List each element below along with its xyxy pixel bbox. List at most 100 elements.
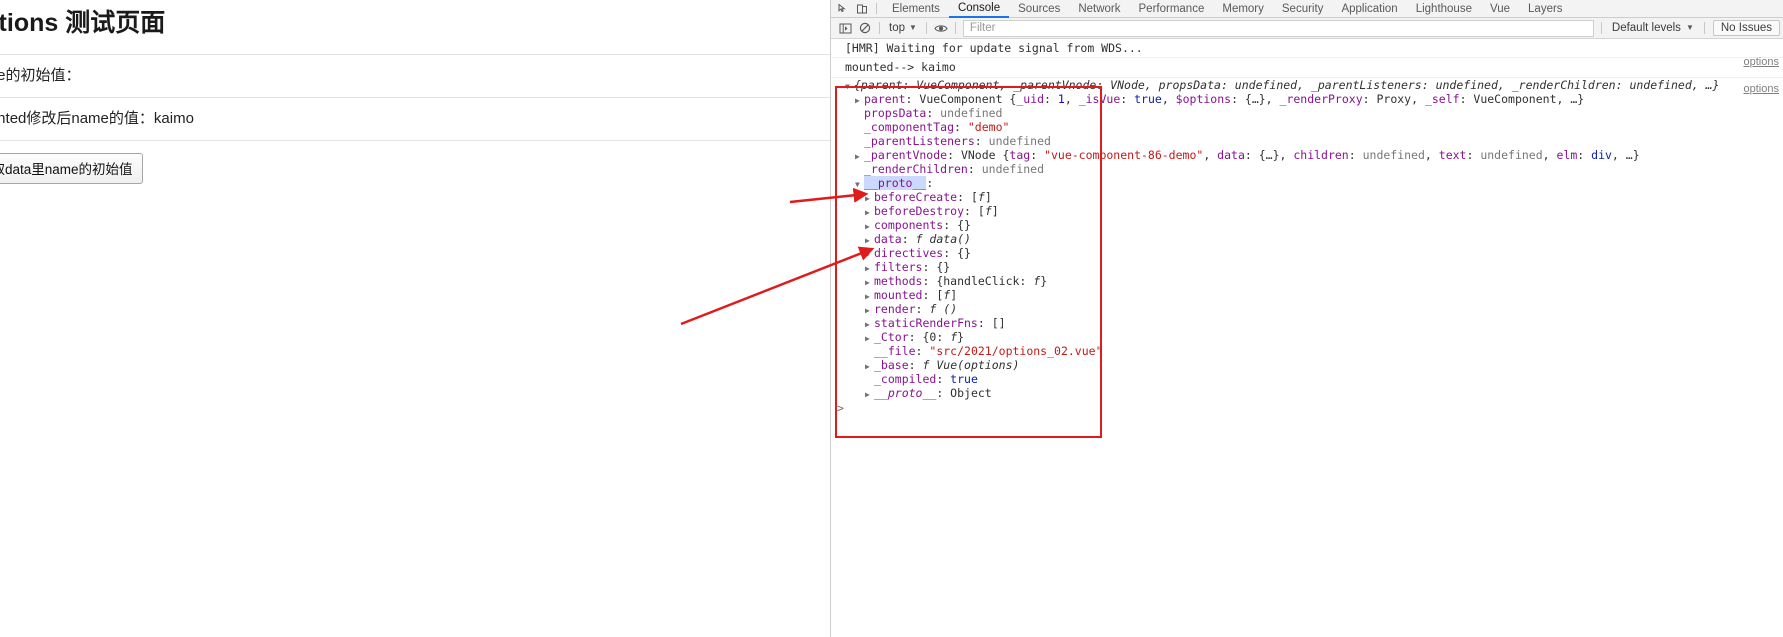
object-property-row[interactable]: data: f data() <box>831 232 1783 246</box>
tab-lighthouse[interactable]: Lighthouse <box>1407 1 1481 17</box>
tab-security[interactable]: Security <box>1273 1 1333 17</box>
console-sidebar-icon[interactable] <box>835 20 855 36</box>
property-key: components <box>874 217 944 232</box>
property-value: [] <box>991 315 1006 330</box>
property-value: ] <box>991 203 999 218</box>
tab-network[interactable]: Network <box>1069 1 1129 17</box>
object-property-row[interactable]: filters: {} <box>831 260 1783 274</box>
object-header[interactable]: {parent: VueComponent, _parentVnode: VNo… <box>831 78 1783 92</box>
property-value: , <box>1542 147 1557 162</box>
expand-arrow-closed-icon[interactable] <box>865 388 874 402</box>
property-key: methods <box>874 273 923 288</box>
execution-context-selector[interactable]: top ▼ <box>884 22 922 34</box>
property-colon: : <box>957 189 971 204</box>
object-property-row[interactable]: _compiled: true <box>831 372 1783 386</box>
live-expression-icon[interactable] <box>931 20 951 36</box>
object-property-row[interactable]: beforeCreate: [f] <box>831 190 1783 204</box>
property-colon: : <box>977 315 992 330</box>
tab-sources[interactable]: Sources <box>1009 1 1069 17</box>
object-property-row[interactable]: propsData: undefined <box>831 106 1783 120</box>
tab-performance[interactable]: Performance <box>1130 1 1214 17</box>
devtools-tab-bar: Elements Console Sources Network Perform… <box>831 0 1783 18</box>
property-colon: : <box>964 203 978 218</box>
property-colon: : <box>915 301 930 316</box>
tab-application[interactable]: Application <box>1332 1 1406 17</box>
object-property-row[interactable]: _base: f Vue(options) <box>831 358 1783 372</box>
object-property-row[interactable]: __proto__: Object <box>831 386 1783 400</box>
object-property-row[interactable]: directives: {} <box>831 246 1783 260</box>
property-value: _isVue <box>1078 91 1121 106</box>
toolbar-divider <box>876 3 877 14</box>
log-levels-label: Default levels <box>1611 22 1681 34</box>
inspect-element-icon[interactable] <box>833 1 852 16</box>
tab-elements[interactable]: Elements <box>883 1 949 17</box>
console-prompt[interactable]: > <box>831 400 1783 416</box>
issues-button[interactable]: No Issues <box>1712 20 1780 36</box>
property-value: () <box>936 301 958 316</box>
property-value: div <box>1591 147 1612 162</box>
property-value: undefined <box>981 161 1045 176</box>
property-value: : VueComponent, …} <box>1459 91 1585 106</box>
property-key: _Ctor <box>874 329 909 344</box>
object-property-row[interactable]: _Ctor: {0: f} <box>831 330 1783 344</box>
property-value: , <box>1064 91 1079 106</box>
property-colon: : <box>922 287 937 302</box>
info-list: name的初始值： mounted修改后name的值：kaimo <box>0 54 830 141</box>
clear-console-icon[interactable] <box>855 20 875 36</box>
property-value: , <box>1203 147 1218 162</box>
property-value: : <box>1348 147 1363 162</box>
object-property-row[interactable]: beforeDestroy: [f] <box>831 204 1783 218</box>
property-key: render <box>874 301 916 316</box>
property-colon: : <box>943 217 958 232</box>
property-key: _componentTag <box>864 119 955 134</box>
object-property-row[interactable]: _renderChildren: undefined <box>831 162 1783 176</box>
property-value: VueComponent { <box>919 91 1017 106</box>
object-property-row[interactable]: methods: {handleClick: f} <box>831 274 1783 288</box>
console-source-link[interactable]: options <box>1744 83 1779 95</box>
object-property-row[interactable]: mounted: [f] <box>831 288 1783 302</box>
property-colon: : <box>936 371 951 386</box>
property-value: : Proxy, <box>1362 91 1425 106</box>
object-property-row[interactable]: render: f () <box>831 302 1783 316</box>
property-value: ] <box>984 189 992 204</box>
property-colon: : <box>974 133 989 148</box>
property-value: true <box>950 371 978 386</box>
property-value: } <box>1040 273 1048 288</box>
object-property-row[interactable]: _componentTag: "demo" <box>831 120 1783 134</box>
property-colon: : <box>943 245 958 260</box>
property-key: __proto__ <box>874 385 937 400</box>
object-preview: {parent: VueComponent, _parentVnode: VNo… <box>854 77 1720 92</box>
property-colon: : <box>908 329 923 344</box>
execution-context-label: top <box>889 22 905 34</box>
property-value: true <box>1134 91 1162 106</box>
toolbar-divider <box>1600 22 1602 34</box>
object-property-row[interactable]: _parentListeners: undefined <box>831 134 1783 148</box>
get-initial-name-button[interactable]: 获取data里name的初始值 <box>0 153 143 184</box>
property-value: [ <box>970 189 978 204</box>
property-value: : <box>1120 91 1135 106</box>
property-key: _parentListeners <box>864 133 975 148</box>
property-value: "demo" <box>967 119 1010 134</box>
chevron-down-icon: ▼ <box>909 23 917 32</box>
object-property-row[interactable]: __file: "src/2021/options_02.vue" <box>831 344 1783 358</box>
tab-vue[interactable]: Vue <box>1481 1 1519 17</box>
tab-console[interactable]: Console <box>948 0 1010 18</box>
device-toolbar-icon[interactable] <box>852 1 871 16</box>
property-colon: : <box>967 161 982 176</box>
console-source-link[interactable]: options <box>1744 56 1779 68</box>
tab-memory[interactable]: Memory <box>1213 1 1273 17</box>
object-property-row[interactable]: __proto__: <box>831 175 1783 190</box>
property-value: _renderProxy <box>1279 91 1363 106</box>
list-item: name的初始值： <box>0 55 830 98</box>
property-key: _base <box>874 357 909 372</box>
object-property-row[interactable]: components: {} <box>831 218 1783 232</box>
property-key: parent <box>864 91 906 106</box>
log-levels-selector[interactable]: Default levels ▼ <box>1606 22 1700 34</box>
property-value: children <box>1293 147 1349 162</box>
object-property-row[interactable]: staticRenderFns: [] <box>831 316 1783 330</box>
filter-input[interactable]: Filter <box>962 19 1594 37</box>
tab-layers[interactable]: Layers <box>1519 1 1572 17</box>
object-property-row[interactable]: _parentVnode: VNode {tag: "vue-component… <box>831 148 1783 162</box>
object-property-row[interactable]: parent: VueComponent {_uid: 1, _isVue: t… <box>831 92 1783 106</box>
console-message: [HMR] Waiting for update signal from WDS… <box>831 39 1783 59</box>
